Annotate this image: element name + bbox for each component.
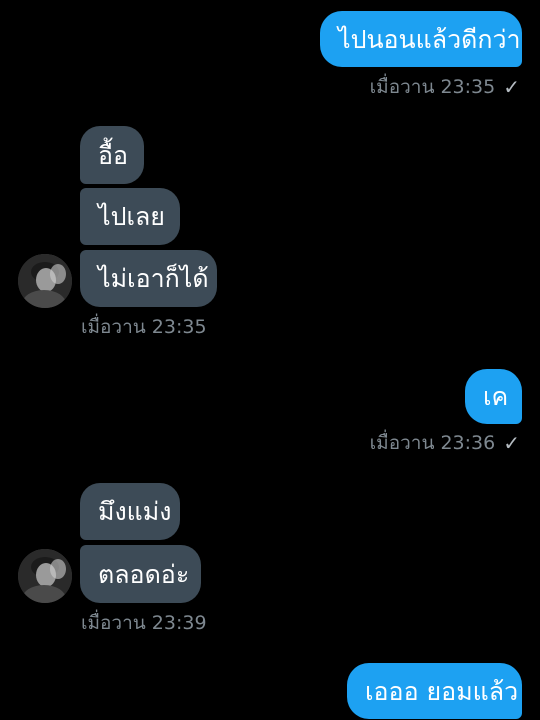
message-text: ไปเลย bbox=[98, 202, 165, 231]
contact-avatar[interactable] bbox=[18, 254, 72, 308]
incoming-message-bubble[interactable]: ตลอดอ่ะ bbox=[80, 545, 201, 603]
check-icon: ✓ bbox=[503, 75, 520, 99]
avatar-photo bbox=[18, 549, 72, 603]
contact-avatar[interactable] bbox=[18, 549, 72, 603]
avatar-photo bbox=[18, 254, 72, 308]
message-text: ไปนอนแล้วดีกว่า bbox=[338, 24, 521, 54]
incoming-message-bubble[interactable]: อื้อ bbox=[80, 126, 144, 184]
timestamp-text: เมื่อวาน 23:36 bbox=[369, 432, 496, 454]
message-text: เค bbox=[483, 382, 509, 411]
check-icon: ✓ bbox=[503, 431, 520, 455]
outgoing-message-bubble[interactable]: เอออ ยอมแล้ว bbox=[347, 663, 522, 719]
message-text: มึงแม่ง bbox=[98, 497, 172, 526]
message-timestamp: เมื่อวาน 23:36 ✓ bbox=[370, 430, 520, 456]
message-timestamp: เมื่อวาน 23:35 bbox=[81, 314, 207, 340]
message-text: อื้อ bbox=[98, 140, 129, 170]
outgoing-message-bubble[interactable]: เค bbox=[465, 369, 522, 424]
incoming-message-bubble[interactable]: ไปเลย bbox=[80, 188, 180, 245]
timestamp-text: เมื่อวาน 23:35 bbox=[369, 76, 496, 98]
message-text: ไม่เอาก็ได้ bbox=[98, 264, 209, 293]
message-text: เอออ ยอมแล้ว bbox=[365, 676, 519, 706]
outgoing-message-bubble[interactable]: ไปนอนแล้วดีกว่า bbox=[320, 11, 522, 67]
message-timestamp: เมื่อวาน 23:39 bbox=[81, 610, 207, 636]
incoming-message-bubble[interactable]: มึงแม่ง bbox=[80, 483, 180, 540]
message-text: ตลอดอ่ะ bbox=[98, 559, 190, 589]
incoming-message-bubble[interactable]: ไม่เอาก็ได้ bbox=[80, 250, 217, 307]
timestamp-text: เมื่อวาน 23:39 bbox=[81, 612, 207, 634]
timestamp-text: เมื่อวาน 23:35 bbox=[81, 316, 207, 338]
message-timestamp: เมื่อวาน 23:35 ✓ bbox=[370, 74, 520, 100]
